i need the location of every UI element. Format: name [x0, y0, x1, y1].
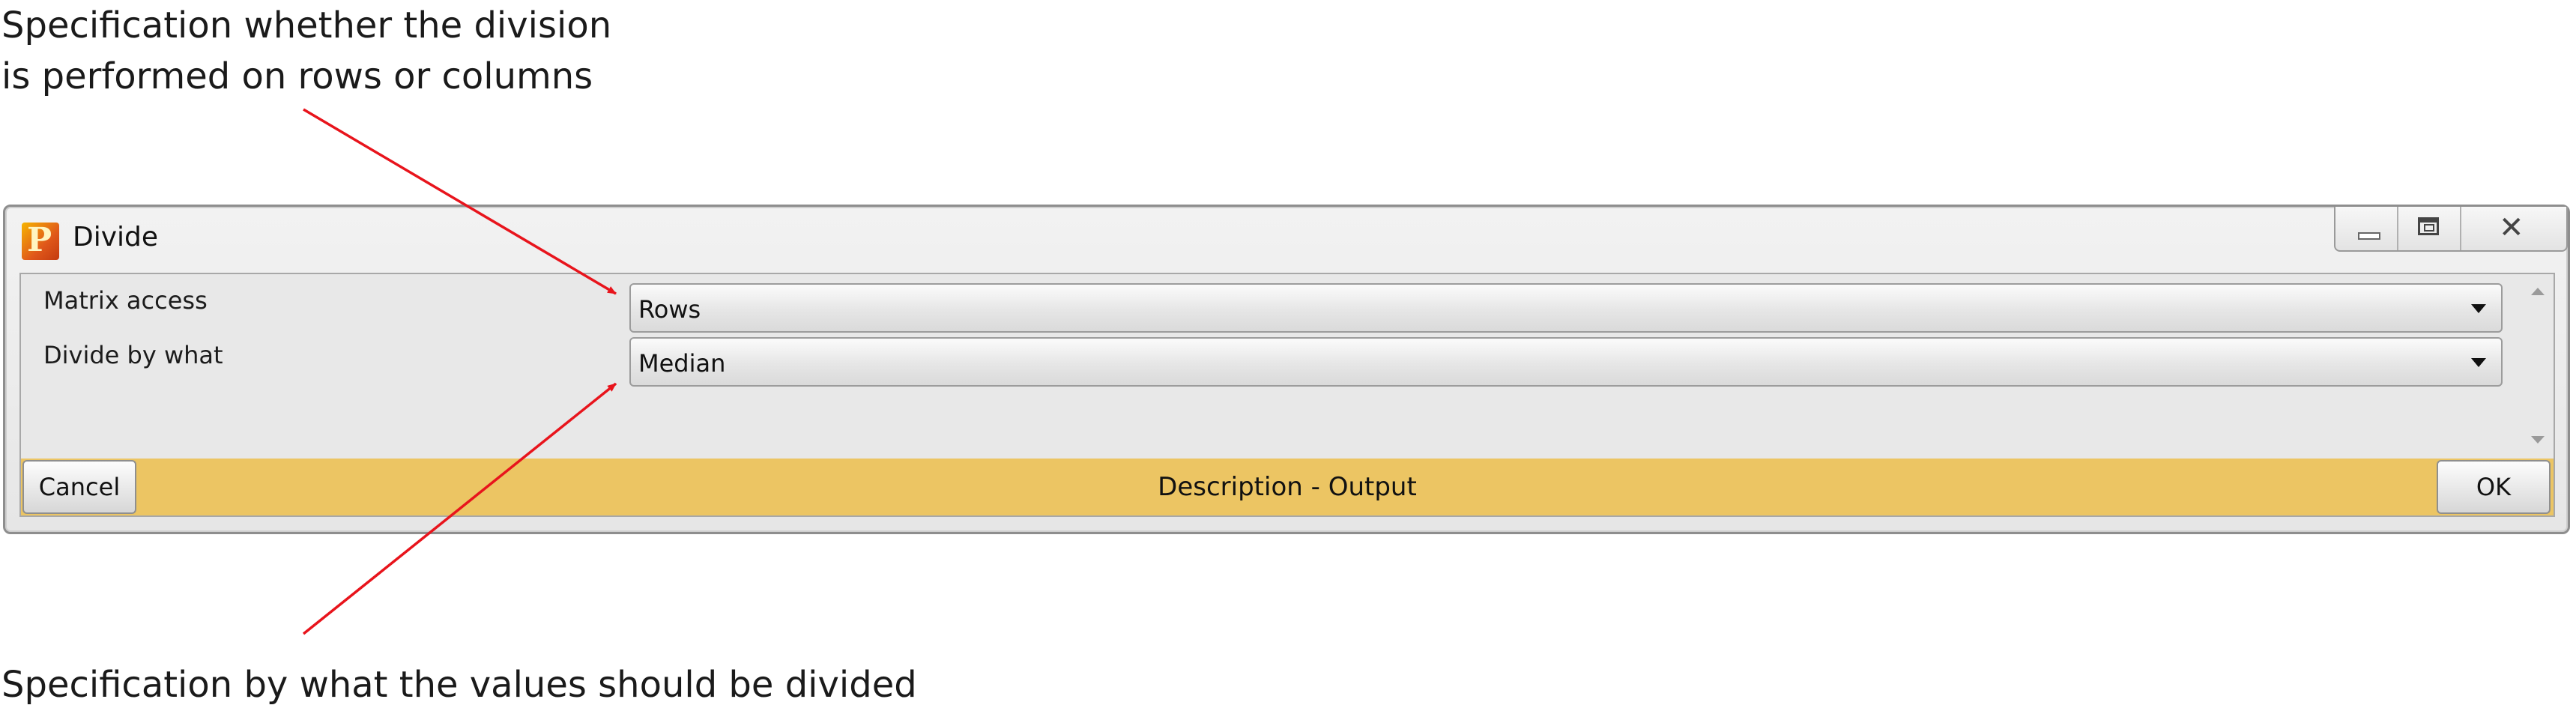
scroll-up-icon[interactable] [2531, 288, 2545, 295]
divide-by-dropdown[interactable]: Median [629, 337, 2503, 387]
annotation-division-axis: Specification whether the division is pe… [1, 0, 611, 102]
annotation-line: is performed on rows or columns [1, 55, 593, 97]
maximize-button[interactable] [2398, 207, 2461, 250]
title-bar[interactable]: P Divide ✕ [5, 207, 2568, 273]
dialog-content: Matrix access Rows Divide by what Median… [19, 273, 2555, 517]
maximize-icon [2418, 217, 2439, 235]
annotation-line: Specification whether the division [1, 4, 612, 46]
close-button[interactable]: ✕ [2461, 207, 2566, 250]
chevron-down-icon [2471, 304, 2486, 313]
matrix-access-dropdown[interactable]: Rows [629, 283, 2503, 333]
minimize-button[interactable] [2335, 207, 2398, 250]
close-icon: ✕ [2499, 211, 2524, 245]
scroll-down-icon[interactable] [2531, 436, 2545, 444]
footer-description-output[interactable]: Description - Output [21, 472, 2554, 502]
divide-by-value: Median [638, 349, 726, 378]
annotation-divide-by: Specification by what the values should … [1, 664, 917, 706]
footer-bar: Cancel Description - Output OK [21, 459, 2554, 515]
vertical-scrollbar[interactable] [2522, 274, 2554, 459]
ok-button[interactable]: OK [2437, 460, 2551, 514]
matrix-access-label: Matrix access [43, 286, 208, 315]
app-p-icon: P [22, 221, 59, 260]
divide-by-label: Divide by what [43, 341, 223, 369]
window-title: Divide [73, 222, 159, 252]
window-controls: ✕ [2334, 207, 2568, 252]
chevron-down-icon [2471, 358, 2486, 367]
divide-dialog: P Divide ✕ Matrix access Rows Divide by … [3, 205, 2570, 534]
minimize-icon [2358, 232, 2380, 240]
matrix-access-value: Rows [638, 295, 701, 324]
